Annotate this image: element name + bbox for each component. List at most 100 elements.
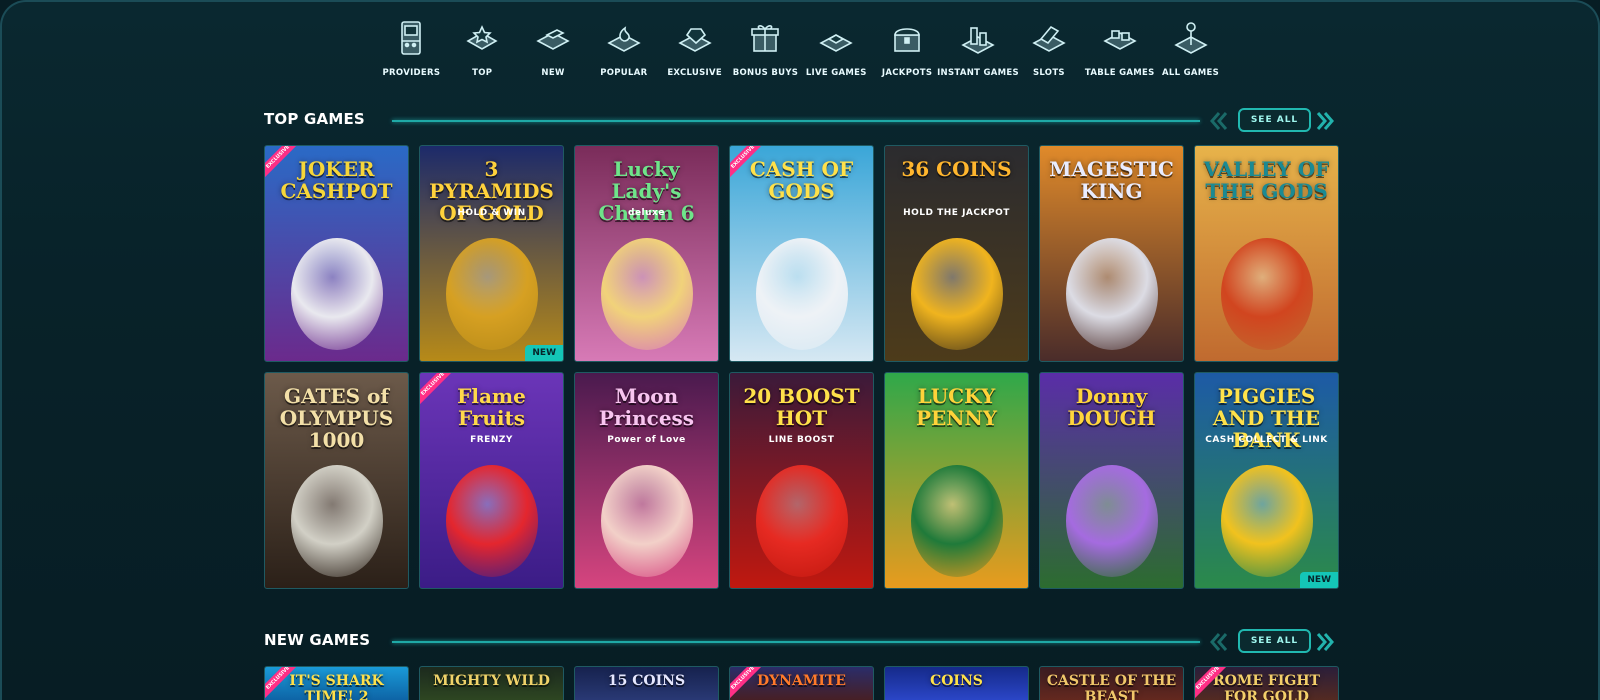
game-title: IT'S SHARK TIME! 2 [289, 673, 384, 700]
game-tile[interactable]: Flame Fruits FRENZY EXCLUSIVE [419, 372, 564, 589]
game-artwork [445, 238, 538, 350]
game-tile[interactable]: 15 COINS [574, 666, 719, 700]
game-tile[interactable]: COINS [884, 666, 1029, 700]
game-artwork [1220, 465, 1313, 577]
category-label: SLOTS [1032, 68, 1065, 78]
category-label: BONUS BUYS [732, 68, 799, 78]
game-tile[interactable]: JOKER CASHPOT EXCLUSIVE [264, 145, 409, 362]
category-label: POPULAR [600, 68, 648, 78]
game-title: ROME FIGHT FOR GOLD ETERNAL [1213, 673, 1320, 700]
game-tile[interactable]: 36 COINS HOLD THE JACKPOT [884, 145, 1029, 362]
game-tile[interactable]: MAGESTIC KING [1039, 145, 1184, 362]
treasure-chest-icon [885, 16, 929, 62]
game-tile[interactable]: VALLEY OF THE GODS [1194, 145, 1339, 362]
category-top[interactable]: TOP [447, 16, 518, 86]
gift-box-icon [743, 16, 787, 62]
game-tile[interactable]: CASTLE OF THE BEAST [1039, 666, 1184, 700]
prev-arrows[interactable] [1208, 109, 1230, 133]
game-tile[interactable]: GATES of OLYMPUS 1000 [264, 372, 409, 589]
game-tile[interactable]: PIGGIES AND THE BANK CASH COLLECT & LINK N… [1194, 372, 1339, 589]
game-title: CASTLE OF THE BEAST [1046, 673, 1177, 700]
game-title: JOKER CASHPOT [280, 157, 393, 203]
game-artwork [445, 465, 538, 577]
category-table-games[interactable]: TABLE GAMES [1084, 16, 1155, 86]
category-new[interactable]: NEW [518, 16, 589, 86]
category-popular[interactable]: POPULAR [588, 16, 659, 86]
game-artwork [600, 465, 693, 577]
game-title: GATES of OLYMPUS 1000 [279, 384, 394, 452]
category-label: NEW [541, 68, 565, 78]
slot-machine-icon [1027, 16, 1071, 62]
arcade-cabinet-icon [389, 16, 433, 62]
game-tile[interactable]: DYNAMITE EXCLUSIVE [729, 666, 874, 700]
top-games-grid: JOKER CASHPOT EXCLUSIVE 3 PYRAMIDS OF GOLD… [264, 145, 1339, 589]
category-nav: PROVIDERS TOP NEW POPULAR EXCLUSIVE BONU… [376, 16, 1226, 86]
game-title: 20 BOOST HOT [743, 384, 860, 430]
game-artwork [290, 465, 383, 577]
game-artwork [755, 238, 848, 350]
game-title: MIGHTY WILD [433, 673, 550, 689]
game-tile[interactable]: CASH OF GODS EXCLUSIVE [729, 145, 874, 362]
game-tile[interactable]: 3 PYRAMIDS OF GOLD HOLD & WIN NEW [419, 145, 564, 362]
game-tile[interactable]: LUCKY PENNY [884, 372, 1029, 589]
live-card-icon [814, 16, 858, 62]
game-title: CASH OF GODS [749, 157, 854, 203]
next-arrows[interactable] [1314, 109, 1336, 133]
category-label: TABLE GAMES [1084, 68, 1155, 78]
chevron-left-icon[interactable] [1208, 110, 1230, 132]
game-tile[interactable]: 20 BOOST HOT LINE BOOST [729, 372, 874, 589]
category-label: INSTANT GAMES [937, 68, 1019, 78]
game-tile[interactable]: MIGHTY WILD [419, 666, 564, 700]
see-all-button[interactable]: SEE ALL [1238, 629, 1311, 653]
category-live-games[interactable]: LIVE GAMES [801, 16, 872, 86]
new-badge: NEW [1300, 572, 1338, 588]
chevron-right-icon[interactable] [1314, 110, 1336, 132]
category-jackpots[interactable]: JACKPOTS [872, 16, 943, 86]
game-title: Flame Fruits [457, 384, 526, 430]
game-artwork [290, 238, 383, 350]
game-tile[interactable]: Moon Princess Power of Love [574, 372, 719, 589]
category-bonus-buys[interactable]: BONUS BUYS [730, 16, 801, 86]
game-title: Moon Princess [598, 384, 695, 430]
game-subtitle: Power of Love [607, 435, 686, 445]
category-label: TOP [472, 68, 493, 78]
diamond-icon [673, 16, 717, 62]
game-title: VALLEY OF THE GODS [1203, 157, 1330, 203]
category-instant-games[interactable]: INSTANT GAMES [937, 16, 1019, 86]
game-title: LUCKY PENNY [915, 384, 998, 430]
game-subtitle: HOLD THE JACKPOT [903, 208, 1010, 218]
game-subtitle: LINE BOOST [768, 435, 835, 445]
category-providers[interactable]: PROVIDERS [376, 16, 447, 86]
see-all-button[interactable]: SEE ALL [1238, 108, 1311, 132]
game-tile[interactable]: IT'S SHARK TIME! 2 EXCLUSIVE [264, 666, 409, 700]
prev-arrows[interactable] [1208, 630, 1230, 654]
game-tile[interactable]: Lucky Lady's Charm 6 deluxe [574, 145, 719, 362]
game-title: COINS [930, 673, 983, 689]
section-title: TOP GAMES [264, 110, 365, 128]
chevron-left-icon[interactable] [1208, 631, 1230, 653]
next-arrows[interactable] [1314, 630, 1336, 654]
game-tile[interactable]: ROME FIGHT FOR GOLD ETERNALEXCLUSIVE [1194, 666, 1339, 700]
game-artwork [910, 238, 1003, 350]
game-subtitle: FRENZY [470, 435, 513, 445]
section-title: NEW GAMES [264, 631, 371, 649]
game-subtitle: CASH COLLECT & LINK [1205, 435, 1328, 445]
new-badge: NEW [525, 345, 563, 361]
game-title: 36 COINS [901, 157, 1012, 181]
game-artwork [1220, 238, 1313, 350]
game-tile[interactable]: Donny DOUGH [1039, 372, 1184, 589]
category-exclusive[interactable]: EXCLUSIVE [659, 16, 730, 86]
category-label: PROVIDERS [382, 68, 441, 78]
star-badge-icon [460, 16, 504, 62]
game-title: MAGESTIC KING [1049, 157, 1174, 203]
category-slots[interactable]: SLOTS [1014, 16, 1085, 86]
flame-icon [602, 16, 646, 62]
category-label: LIVE GAMES [805, 68, 867, 78]
top-games-header: TOP GAMES SEE ALL [264, 108, 1340, 134]
category-label: EXCLUSIVE [667, 68, 722, 78]
chevron-right-icon[interactable] [1314, 631, 1336, 653]
joystick-icon [1169, 16, 1213, 62]
category-all-games[interactable]: ALL GAMES [1155, 16, 1226, 86]
game-artwork [1065, 238, 1158, 350]
game-artwork [910, 465, 1003, 577]
